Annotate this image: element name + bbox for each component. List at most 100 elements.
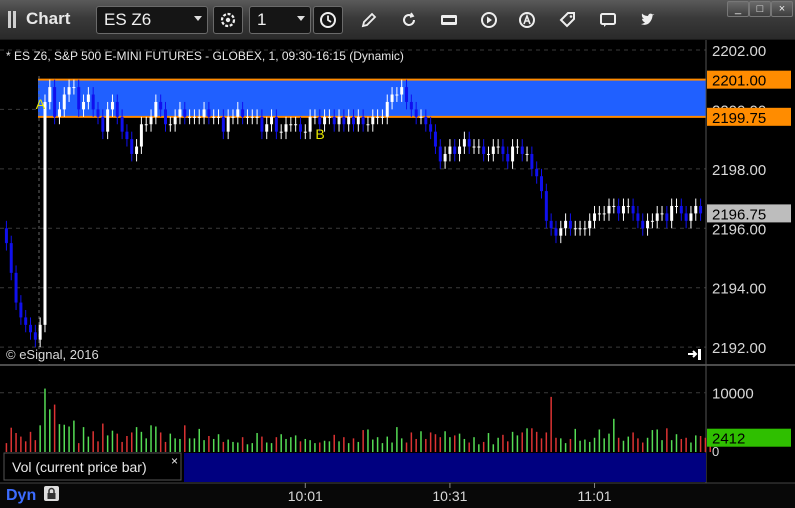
candle-body[interactable] <box>583 228 587 230</box>
dyn-label[interactable]: Dyn <box>6 487 36 504</box>
candle-body[interactable] <box>573 228 577 230</box>
candle-body[interactable] <box>660 213 664 215</box>
candle-body[interactable] <box>308 116 312 132</box>
maximize-button[interactable]: □ <box>749 1 771 17</box>
candle-body[interactable] <box>279 131 283 133</box>
refresh-button[interactable] <box>394 6 424 34</box>
candle-body[interactable] <box>86 94 90 102</box>
candle-body[interactable] <box>684 213 688 221</box>
candle-body[interactable] <box>163 109 167 125</box>
candle-body[interactable] <box>226 116 230 132</box>
chat-button[interactable] <box>593 6 623 34</box>
candle-body[interactable] <box>91 94 95 110</box>
candle-body[interactable] <box>482 146 486 154</box>
candle-body[interactable] <box>318 116 322 125</box>
candle-body[interactable] <box>612 205 616 207</box>
candle-body[interactable] <box>274 116 278 132</box>
candle-body[interactable] <box>48 87 52 102</box>
candle-body[interactable] <box>617 205 621 214</box>
candle-body[interactable] <box>641 220 645 229</box>
candle-body[interactable] <box>655 213 659 221</box>
candle-body[interactable] <box>472 146 476 148</box>
candle-body[interactable] <box>409 101 413 110</box>
candle-body[interactable] <box>588 220 592 229</box>
candle-body[interactable] <box>24 317 28 325</box>
candle-body[interactable] <box>699 205 703 214</box>
candle-body[interactable] <box>347 116 351 125</box>
candle-body[interactable] <box>202 109 206 117</box>
candle-body[interactable] <box>250 116 254 118</box>
candle-body[interactable] <box>443 153 447 162</box>
candle-body[interactable] <box>29 324 33 333</box>
candle-body[interactable] <box>424 116 428 125</box>
twitter-button[interactable] <box>633 6 663 34</box>
tag-button[interactable] <box>553 6 583 34</box>
candle-body[interactable] <box>602 213 606 215</box>
candle-body[interactable] <box>303 131 307 133</box>
candle-body[interactable] <box>568 220 572 229</box>
candle-body[interactable] <box>453 146 457 154</box>
candle-body[interactable] <box>525 153 529 155</box>
candle-body[interactable] <box>665 213 669 221</box>
candle-body[interactable] <box>154 101 158 117</box>
candle-body[interactable] <box>298 124 302 132</box>
candle-body[interactable] <box>197 116 201 118</box>
candle-body[interactable] <box>578 228 582 230</box>
candle-body[interactable] <box>284 124 288 132</box>
alert-button[interactable] <box>512 6 542 34</box>
candle-body[interactable] <box>515 146 519 148</box>
candle-body[interactable] <box>14 272 18 303</box>
candle-body[interactable] <box>674 205 678 207</box>
candle-body[interactable] <box>270 116 274 125</box>
candle-body[interactable] <box>376 116 380 118</box>
candle-body[interactable] <box>670 205 674 221</box>
candle-body[interactable] <box>352 116 355 125</box>
chart-area[interactable]: A B * ES Z6, S&P 500 E-MINI FUTURES - GLO… <box>0 40 795 508</box>
draw-button[interactable] <box>354 6 384 34</box>
play-button[interactable] <box>474 6 504 34</box>
candle-body[interactable] <box>544 191 548 221</box>
candle-body[interactable] <box>19 302 23 318</box>
candle-body[interactable] <box>120 116 124 132</box>
candle-body[interactable] <box>593 213 597 221</box>
candle-body[interactable] <box>429 124 433 132</box>
candle-body[interactable] <box>43 101 47 325</box>
candle-body[interactable] <box>486 153 490 155</box>
candle-body[interactable] <box>554 228 558 236</box>
candle-body[interactable] <box>217 116 221 118</box>
candle-body[interactable] <box>650 220 654 222</box>
candle-body[interactable] <box>62 94 66 110</box>
candle-body[interactable] <box>559 228 563 236</box>
candle-body[interactable] <box>433 131 437 147</box>
candle-body[interactable] <box>323 116 327 125</box>
candle-body[interactable] <box>9 243 13 273</box>
interval-combo[interactable]: 1 <box>249 6 311 34</box>
candle-body[interactable] <box>462 139 466 147</box>
close-button[interactable]: × <box>771 1 793 17</box>
candle-body[interactable] <box>530 153 534 169</box>
price-zone[interactable] <box>38 79 706 117</box>
get-button[interactable] <box>434 6 464 34</box>
symbol-combo[interactable]: ES Z6 <box>96 6 208 34</box>
candle-body[interactable] <box>380 116 384 118</box>
candle-body[interactable] <box>188 116 192 118</box>
candle-body[interactable] <box>342 116 346 125</box>
candle-body[interactable] <box>221 116 225 132</box>
candle-body[interactable] <box>38 324 42 340</box>
candle-body[interactable] <box>327 116 331 118</box>
candle-body[interactable] <box>332 116 336 125</box>
candle-body[interactable] <box>149 116 153 125</box>
candle-body[interactable] <box>631 205 635 214</box>
candle-body[interactable] <box>540 176 544 192</box>
study-close-icon[interactable]: × <box>171 454 178 468</box>
candle-body[interactable] <box>265 124 269 132</box>
candle-body[interactable] <box>67 87 71 95</box>
candle-body[interactable] <box>405 87 409 102</box>
candle-body[interactable] <box>414 109 418 117</box>
candle-body[interactable] <box>549 220 553 229</box>
candle-body[interactable] <box>395 94 399 96</box>
candle-body[interactable] <box>385 101 389 117</box>
candle-body[interactable] <box>390 94 394 102</box>
candle-body[interactable] <box>260 116 264 132</box>
candle-body[interactable] <box>607 205 611 214</box>
